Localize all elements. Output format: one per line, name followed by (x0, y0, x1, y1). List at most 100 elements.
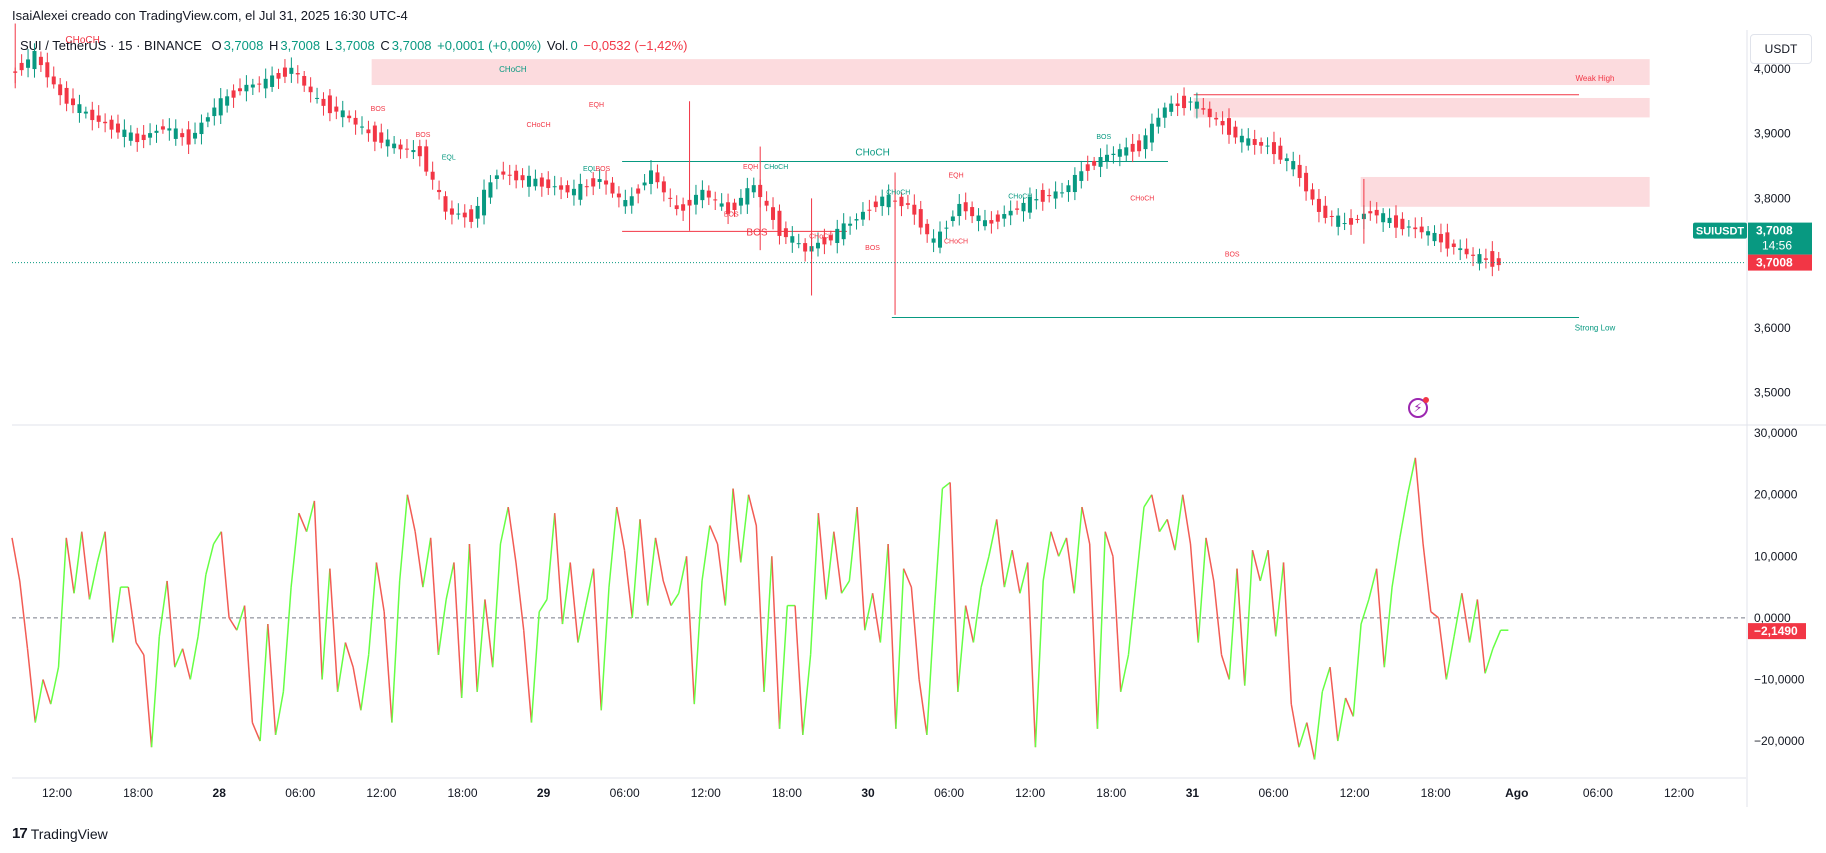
candle-body (629, 196, 634, 206)
oscillator-segment (298, 512, 308, 532)
smc-label-20: BOS (1096, 134, 1111, 141)
close-price-value: 3,7008 (1756, 256, 1793, 270)
oscillator-segment (1391, 537, 1401, 588)
oscillator-segment (809, 513, 820, 655)
candle-body (19, 62, 24, 71)
candle-body (771, 207, 776, 220)
candle-body (263, 78, 268, 89)
candle-body (334, 106, 339, 112)
oscillator-segment (623, 550, 634, 618)
oscillator-segment (1019, 562, 1029, 594)
oscillator-segment (538, 599, 548, 613)
candle-body (1496, 258, 1501, 266)
x-tick-label: 18:00 (1096, 786, 1126, 800)
oscillator-segment (647, 537, 657, 606)
candle-body (918, 209, 923, 228)
smc-label-4: EQL (442, 155, 456, 162)
candle-body (1349, 218, 1354, 225)
oscillator-segment (709, 525, 719, 545)
price-tick-label: 3,5000 (1754, 386, 1791, 400)
oscillator-segment (205, 543, 215, 575)
oscillator-segment (11, 537, 21, 582)
oscillator-segment (1096, 531, 1106, 729)
oscillator-segment (701, 525, 711, 582)
candle-body (180, 133, 185, 138)
oscillator-segment (670, 592, 680, 606)
candle-body (83, 111, 88, 114)
candle-body (199, 122, 204, 135)
candle-body (745, 188, 750, 205)
candle-body (135, 133, 140, 143)
candle-body (360, 126, 365, 128)
oscillator-segment (1344, 697, 1355, 717)
candle-body (565, 185, 570, 193)
oscillator-segment (716, 543, 727, 606)
candle-body (1040, 189, 1045, 202)
oscillator-segment (228, 617, 238, 631)
candle-body (1483, 258, 1488, 260)
candle-body (1381, 213, 1386, 223)
x-tick-label: 28 (213, 786, 227, 800)
oscillator-segment (1337, 697, 1347, 742)
oscillator-segment (1166, 519, 1176, 551)
candle-body (591, 178, 596, 187)
candle-body (456, 213, 461, 215)
oscillator-segment (1259, 549, 1269, 582)
smc-label-22: BOS (1225, 252, 1240, 259)
candle-body (494, 175, 499, 179)
chart-canvas[interactable]: Weak High Strong Low CHoCH CHoCH BOS BOS EQL EQ… (0, 0, 1826, 853)
tradingview-logo[interactable]: 17 TradingView (12, 825, 108, 842)
candle-body (154, 130, 159, 133)
candle-body (372, 125, 377, 142)
candle-body (482, 189, 487, 216)
candle-body (193, 132, 198, 139)
candle-body (957, 203, 962, 217)
smc-label-21: CHoCH (1130, 195, 1154, 202)
lightning-icon[interactable]: ⚡ (1408, 397, 1429, 418)
oscillator-segment (1360, 599, 1370, 625)
x-tick-label: 06:00 (610, 786, 640, 800)
oscillator-segment (1112, 556, 1122, 692)
oscillator-segment (794, 605, 804, 735)
oscillator-segment (1414, 457, 1424, 545)
candle-body (103, 121, 108, 124)
candle-body (1175, 103, 1180, 107)
candle-body (237, 88, 242, 92)
candle-body (1342, 223, 1347, 225)
candle-body (790, 236, 795, 243)
oscillator-segment (1383, 587, 1393, 668)
oscillator-segment (375, 562, 385, 612)
candle-body (1130, 143, 1135, 152)
candle-body (64, 87, 69, 104)
oscillator-segment (1313, 691, 1324, 760)
oscillator-segment (1298, 722, 1308, 748)
candle-body (392, 143, 397, 149)
oscillator-segment (1306, 722, 1316, 760)
oscillator-segment (685, 556, 696, 705)
oscillator-segment (422, 537, 432, 588)
oscillator-segment (1453, 593, 1463, 637)
oscillator-segment (42, 679, 52, 705)
smc-label-12: BOS (724, 211, 739, 218)
oscillator-segment (344, 642, 354, 668)
oscillator-segment (522, 630, 533, 723)
oscillator-segment (19, 580, 29, 649)
candle-body (1143, 135, 1148, 150)
oscillator-segment (1406, 457, 1417, 495)
candle-body (462, 212, 467, 218)
weak-high-label: Weak High (1576, 74, 1615, 83)
candle-body (963, 202, 968, 212)
candle-body (1201, 108, 1206, 110)
candle-body (1265, 145, 1270, 147)
candle-body (1291, 161, 1296, 170)
supply-zone-1 (1193, 97, 1650, 118)
candle-body (1329, 215, 1334, 217)
candle-body (231, 90, 236, 98)
oscillator-segment (127, 587, 137, 643)
candle-body (1438, 233, 1443, 243)
candle-body (1072, 174, 1077, 193)
oscillator-segment (367, 562, 378, 655)
oscillator-segment (1329, 667, 1339, 742)
candle-body (507, 174, 512, 176)
candle-body (244, 84, 249, 92)
